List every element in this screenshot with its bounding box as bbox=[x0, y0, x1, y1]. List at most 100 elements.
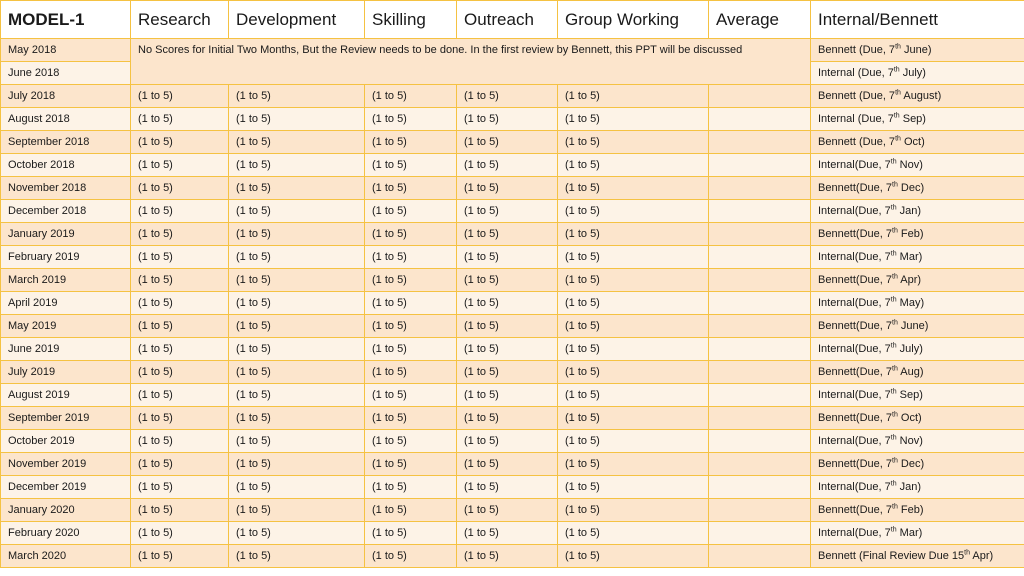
table-row: January 2019 (1 to 5) (1 to 5) (1 to 5) (1 t… bbox=[0, 222, 1024, 246]
review-cell: Internal(Due, 7th Jan) bbox=[810, 199, 1024, 223]
development-score: (1 to 5) bbox=[228, 498, 365, 522]
review-cell: Bennett(Due, 7th Feb) bbox=[810, 498, 1024, 522]
group-working-score: (1 to 5) bbox=[557, 222, 709, 246]
average-cell bbox=[708, 314, 811, 338]
skilling-score: (1 to 5) bbox=[364, 130, 457, 154]
review-cell: Internal(Due, 7th Mar) bbox=[810, 245, 1024, 269]
skilling-score: (1 to 5) bbox=[364, 153, 457, 177]
month-cell: September 2018 bbox=[0, 130, 131, 154]
average-cell bbox=[708, 222, 811, 246]
review-text: Internal (Due, 7 bbox=[818, 113, 894, 125]
skilling-score: (1 to 5) bbox=[364, 84, 457, 108]
development-score: (1 to 5) bbox=[228, 314, 365, 338]
research-score: (1 to 5) bbox=[130, 107, 229, 131]
header-group-working: Group Working bbox=[557, 0, 709, 39]
research-score: (1 to 5) bbox=[130, 291, 229, 315]
table-row: December 2018 (1 to 5) (1 to 5) (1 to 5) (1 … bbox=[0, 199, 1024, 223]
group-working-score: (1 to 5) bbox=[557, 314, 709, 338]
outreach-score: (1 to 5) bbox=[456, 544, 558, 568]
month-cell: November 2018 bbox=[0, 176, 131, 200]
group-working-score: (1 to 5) bbox=[557, 360, 709, 384]
development-score: (1 to 5) bbox=[228, 153, 365, 177]
review-cell: Internal(Due, 7th Sep) bbox=[810, 383, 1024, 407]
outreach-score: (1 to 5) bbox=[456, 429, 558, 453]
average-cell bbox=[708, 498, 811, 522]
review-cell: Bennett (Final Review Due 15th Apr) bbox=[810, 544, 1024, 568]
review-text: Internal(Due, 7 bbox=[818, 527, 891, 539]
outreach-score: (1 to 5) bbox=[456, 498, 558, 522]
header-outreach: Outreach bbox=[456, 0, 558, 39]
header-research: Research bbox=[130, 0, 229, 39]
review-cell: Bennett(Due, 7th Dec) bbox=[810, 452, 1024, 476]
header-model: MODEL-1 bbox=[0, 0, 131, 39]
outreach-score: (1 to 5) bbox=[456, 360, 558, 384]
group-working-score: (1 to 5) bbox=[557, 429, 709, 453]
review-text: May) bbox=[896, 297, 925, 309]
table-row: March 2020 (1 to 5) (1 to 5) (1 to 5) (1 to … bbox=[0, 544, 1024, 568]
average-cell bbox=[708, 383, 811, 407]
average-cell bbox=[708, 291, 811, 315]
review-text: June) bbox=[897, 320, 929, 332]
month-cell: March 2019 bbox=[0, 268, 131, 292]
month-cell: May 2019 bbox=[0, 314, 131, 338]
review-text: Bennett(Due, 7 bbox=[818, 412, 892, 424]
review-text: Internal(Due, 7 bbox=[818, 159, 891, 171]
outreach-score: (1 to 5) bbox=[456, 107, 558, 131]
review-text: July) bbox=[896, 343, 923, 355]
month-cell: November 2019 bbox=[0, 452, 131, 476]
table-row: February 2020 (1 to 5) (1 to 5) (1 to 5) (1 … bbox=[0, 521, 1024, 545]
table-row: September 2018 (1 to 5) (1 to 5) (1 to 5) (1… bbox=[0, 130, 1024, 154]
review-text: Oct) bbox=[900, 136, 925, 148]
average-cell bbox=[708, 107, 811, 131]
review-text: Bennett(Due, 7 bbox=[818, 458, 892, 470]
group-working-score: (1 to 5) bbox=[557, 107, 709, 131]
skilling-score: (1 to 5) bbox=[364, 107, 457, 131]
outreach-score: (1 to 5) bbox=[456, 521, 558, 545]
group-working-score: (1 to 5) bbox=[557, 498, 709, 522]
month-cell: January 2020 bbox=[0, 498, 131, 522]
review-text: Bennett(Due, 7 bbox=[818, 504, 892, 516]
skilling-score: (1 to 5) bbox=[364, 314, 457, 338]
review-text: Bennett (Final Review Due 15 bbox=[818, 550, 965, 562]
review-text: Apr) bbox=[969, 550, 994, 562]
review-cell: Internal(Due, 7th Jan) bbox=[810, 475, 1024, 499]
research-score: (1 to 5) bbox=[130, 84, 229, 108]
skilling-score: (1 to 5) bbox=[364, 268, 457, 292]
development-score: (1 to 5) bbox=[228, 130, 365, 154]
skilling-score: (1 to 5) bbox=[364, 383, 457, 407]
skilling-score: (1 to 5) bbox=[364, 176, 457, 200]
average-cell bbox=[708, 153, 811, 177]
average-cell bbox=[708, 429, 811, 453]
review-text: Internal(Due, 7 bbox=[818, 389, 891, 401]
research-score: (1 to 5) bbox=[130, 544, 229, 568]
review-cell: Internal (Due, 7th July) bbox=[810, 61, 1024, 85]
outreach-score: (1 to 5) bbox=[456, 84, 558, 108]
table-row: April 2019 (1 to 5) (1 to 5) (1 to 5) (1 to … bbox=[0, 291, 1024, 315]
month-cell: March 2020 bbox=[0, 544, 131, 568]
review-text: Nov) bbox=[896, 435, 923, 447]
table-row: November 2019 (1 to 5) (1 to 5) (1 to 5) (1 … bbox=[0, 452, 1024, 476]
outreach-score: (1 to 5) bbox=[456, 406, 558, 430]
review-text: July) bbox=[899, 67, 926, 79]
group-working-score: (1 to 5) bbox=[557, 199, 709, 223]
review-cell: Bennett (Due, 7th June) bbox=[810, 38, 1024, 62]
research-score: (1 to 5) bbox=[130, 314, 229, 338]
table-row: May 2019 (1 to 5) (1 to 5) (1 to 5) (1 to 5)… bbox=[0, 314, 1024, 338]
development-score: (1 to 5) bbox=[228, 337, 365, 361]
development-score: (1 to 5) bbox=[228, 245, 365, 269]
table-row: July 2019 (1 to 5) (1 to 5) (1 to 5) (1 to 5… bbox=[0, 360, 1024, 384]
table-row: December 2019 (1 to 5) (1 to 5) (1 to 5) (1 … bbox=[0, 475, 1024, 499]
skilling-score: (1 to 5) bbox=[364, 475, 457, 499]
month-cell: September 2019 bbox=[0, 406, 131, 430]
development-score: (1 to 5) bbox=[228, 268, 365, 292]
review-cell: Bennett(Due, 7th Feb) bbox=[810, 222, 1024, 246]
group-working-score: (1 to 5) bbox=[557, 84, 709, 108]
month-cell: July 2018 bbox=[0, 84, 131, 108]
table-row: June 2019 (1 to 5) (1 to 5) (1 to 5) (1 to 5… bbox=[0, 337, 1024, 361]
review-text: Bennett(Due, 7 bbox=[818, 228, 892, 240]
table-row: October 2018 (1 to 5) (1 to 5) (1 to 5) (1 t… bbox=[0, 153, 1024, 177]
table-row: September 2019 (1 to 5) (1 to 5) (1 to 5) (1… bbox=[0, 406, 1024, 430]
skilling-score: (1 to 5) bbox=[364, 429, 457, 453]
average-cell bbox=[708, 544, 811, 568]
development-score: (1 to 5) bbox=[228, 521, 365, 545]
